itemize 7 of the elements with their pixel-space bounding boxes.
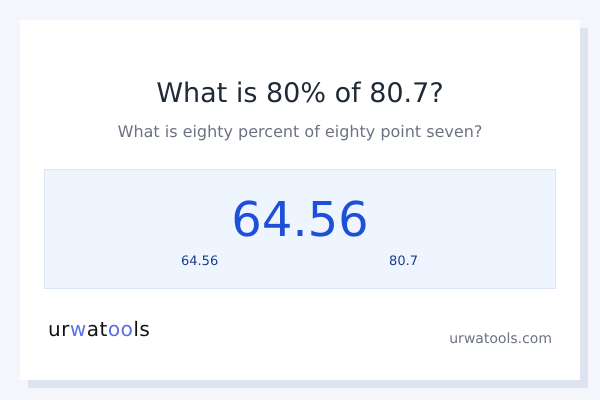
site-url: urwatools.com xyxy=(449,331,552,347)
input-label: 80.7 xyxy=(389,254,418,269)
result-value: 64.56 xyxy=(231,192,369,248)
question-title: What is 80% of 80.7? xyxy=(155,77,445,111)
result-label: 64.56 xyxy=(181,254,218,269)
logo: urwatools xyxy=(48,317,150,341)
question-subtitle: What is eighty percent of eighty point seven? xyxy=(116,121,484,143)
